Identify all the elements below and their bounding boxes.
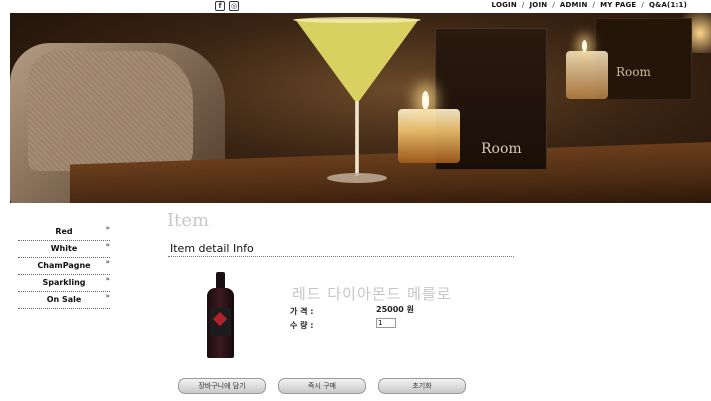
add-to-cart-button[interactable]: 장바구니에 담기 [178, 378, 266, 394]
nav-separator: / [521, 1, 525, 9]
nav-separator: / [592, 1, 596, 9]
buy-now-button[interactable]: 즉시 구매 [278, 378, 366, 394]
banner-chair-back [28, 51, 193, 171]
product-image [207, 272, 234, 358]
quantity-label: 수 량 : [290, 321, 314, 330]
banner-glass-stem [355, 101, 359, 176]
category-sidebar: Red » White » ChamPagne » Sparkling » On… [18, 224, 110, 309]
reset-button[interactable]: 초기화 [378, 378, 466, 394]
chevron-right-icon: » [105, 292, 110, 300]
sidebar-item-champagne[interactable]: ChamPagne » [18, 258, 110, 275]
top-bar: f ◎ LOGIN / JOIN / ADMIN / MY PAGE / Q&A… [0, 0, 711, 12]
qna-link[interactable]: Q&A(1:1) [649, 1, 687, 9]
banner-glass-rim [293, 17, 421, 23]
banner-flame-back [582, 40, 587, 52]
nav-separator: / [552, 1, 555, 9]
login-link[interactable]: LOGIN [492, 1, 517, 9]
banner-candle-back [566, 51, 608, 99]
sidebar-item-red[interactable]: Red » [18, 224, 110, 241]
banner-flame [422, 91, 429, 109]
top-nav: LOGIN / JOIN / ADMIN / MY PAGE / Q&A(1:1… [492, 1, 687, 9]
sidebar-item-label: On Sale [46, 295, 82, 304]
banner-glass-base [327, 173, 387, 183]
banner-menu-card-back: Room [595, 18, 692, 100]
quantity-input[interactable] [376, 318, 396, 328]
chevron-right-icon: » [105, 275, 110, 283]
sidebar-item-white[interactable]: White » [18, 241, 110, 258]
hero-banner: Room Room [10, 13, 711, 203]
banner-logo-secondary: Room [616, 65, 651, 79]
admin-link[interactable]: ADMIN [560, 1, 588, 9]
page-title: Item [167, 210, 210, 231]
divider [168, 256, 514, 257]
chevron-right-icon: » [105, 241, 110, 249]
chevron-right-icon: » [105, 224, 110, 232]
sidebar-item-label: Red [55, 227, 73, 236]
sidebar-item-label: ChamPagne [37, 261, 91, 270]
sidebar-item-label: Sparkling [42, 278, 86, 287]
sidebar-item-on-sale[interactable]: On Sale » [18, 292, 110, 309]
instagram-icon[interactable]: ◎ [229, 1, 239, 11]
banner-cocktail-glass [295, 19, 419, 104]
banner-logo: Room [481, 141, 522, 157]
facebook-icon[interactable]: f [215, 1, 225, 11]
banner-candle [398, 109, 460, 163]
section-subtitle: Item detail Info [170, 242, 254, 255]
nav-separator: / [641, 1, 644, 9]
my-page-link[interactable]: MY PAGE [600, 1, 636, 9]
product-name: 레드 다이아몬드 메를로 [292, 285, 452, 303]
social-links: f ◎ [215, 1, 239, 11]
chevron-right-icon: » [105, 258, 110, 266]
price-label: 가 격 : [290, 307, 314, 316]
sidebar-item-sparkling[interactable]: Sparkling » [18, 275, 110, 292]
price-value: 25000 원 [376, 305, 414, 314]
sidebar-item-label: White [50, 244, 78, 253]
join-link[interactable]: JOIN [529, 1, 547, 9]
